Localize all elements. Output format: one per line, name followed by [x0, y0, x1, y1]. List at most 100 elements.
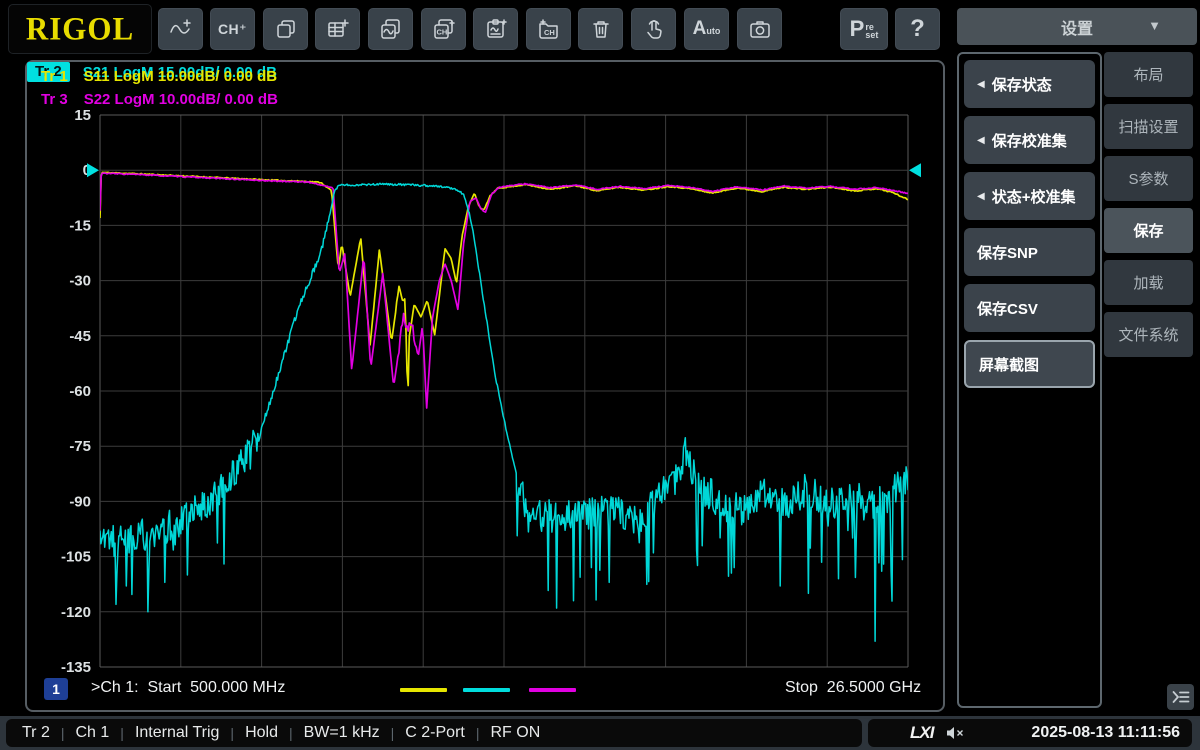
collapse-menu-button[interactable]: [1167, 684, 1194, 710]
sidebar-submenu-item[interactable]: 屏幕截图: [964, 340, 1095, 388]
trace-settings-button[interactable]: [473, 8, 518, 50]
status-segment: Tr 2: [22, 724, 50, 742]
add-channel-button[interactable]: CH⁺: [210, 8, 255, 50]
sidebar-tab[interactable]: 布局: [1104, 52, 1193, 97]
preset-icon: P reset: [850, 16, 879, 42]
copy-channel-icon: CH: [432, 18, 456, 40]
ref-level-marker-left[interactable]: [87, 163, 99, 177]
svg-text:CH: CH: [436, 28, 447, 37]
settings-sidebar: 设置 ▼ ◀ 保存状态 ◀ 保存校准集 ◀ 状态+校准集保存SNP 保存CSV 屏幕截图 布局…: [950, 0, 1200, 716]
y-axis-tick-label: -75: [69, 438, 91, 455]
collapse-menu-icon: [1171, 688, 1191, 706]
submenu-item-label: 屏幕截图: [979, 354, 1039, 375]
lxi-badge: LXI: [910, 723, 933, 743]
status-segment: Ch 1: [76, 724, 110, 742]
datetime-label: 2025-08-13 11:11:56: [1031, 724, 1180, 742]
speaker-muted-icon[interactable]: [945, 725, 965, 741]
status-separator: |: [120, 725, 124, 741]
y-axis-tick-label: -90: [69, 493, 91, 510]
status-pill: Tr 2 | Ch 1 | Internal Trig | Hold | BW=1 kHz | C …: [6, 719, 862, 747]
channel-window: Tr 1 S11 LogM 10.00dB/ 0.00 dB Tr 3 S22 …: [25, 60, 945, 712]
submenu-item-label: 保存校准集: [992, 130, 1067, 151]
touch-button[interactable]: [631, 8, 676, 50]
sidebar-tab[interactable]: 保存: [1104, 208, 1193, 253]
copy-trace-button[interactable]: [368, 8, 413, 50]
sidebar-tabs: 布局扫描设置 S参数保存加载文件系统: [1104, 52, 1193, 364]
status-separator: |: [289, 725, 293, 741]
sidebar-tab[interactable]: S参数: [1104, 156, 1193, 201]
sidebar-submenu-panel: ◀ 保存状态 ◀ 保存校准集 ◀ 状态+校准集保存SNP 保存CSV 屏幕截图: [957, 52, 1102, 708]
sidebar-submenu-item[interactable]: ◀ 状态+校准集: [964, 172, 1095, 220]
system-status-pill: LXI 2025-08-13 11:11:56: [868, 719, 1192, 747]
sweep-stop-label: Stop 26.5000 GHz: [785, 679, 921, 697]
submenu-item-label: 保存状态: [992, 74, 1052, 95]
sidebar-header-dropdown[interactable]: 设置 ▼: [957, 8, 1197, 45]
channel-folder-button[interactable]: CH: [526, 8, 571, 50]
y-axis-tick-label: -120: [61, 604, 91, 621]
windows-button[interactable]: [263, 8, 308, 50]
status-segment: BW=1 kHz: [304, 724, 380, 742]
trace-settings-icon: [484, 18, 508, 40]
status-separator: |: [391, 725, 395, 741]
sidebar-tab[interactable]: 文件系统: [1104, 312, 1193, 357]
help-icon: ?: [910, 15, 925, 43]
copy-channel-button[interactable]: CH: [421, 8, 466, 50]
sidebar-title: 设置: [1061, 15, 1093, 39]
ref-level-marker-right[interactable]: [909, 163, 921, 177]
trace3-swatch: [529, 688, 576, 692]
touch-icon: [643, 17, 665, 41]
sidebar-tab[interactable]: 扫描设置: [1104, 104, 1193, 149]
submenu-expand-left-icon: ◀: [977, 79, 985, 90]
chevron-down-icon: ▼: [1148, 18, 1161, 33]
add-trace-button[interactable]: [158, 8, 203, 50]
sweep-start-label[interactable]: >Ch 1: Start 500.000 MHz: [91, 679, 285, 697]
copy-trace-icon: [379, 18, 403, 40]
camera-icon: [748, 18, 772, 40]
table-add-button[interactable]: [315, 8, 360, 50]
svg-text:CH: CH: [544, 28, 555, 37]
channel-badge[interactable]: 1: [44, 678, 68, 700]
y-axis-tick-label: 15: [74, 107, 91, 124]
sidebar-tab[interactable]: 加载: [1104, 260, 1193, 305]
submenu-item-label: 状态+校准集: [992, 186, 1076, 207]
y-axis-tick-label: -105: [61, 549, 91, 566]
status-segment: Internal Trig: [135, 724, 219, 742]
windows-icon: [275, 18, 297, 40]
logo-box: RIGOL: [8, 4, 152, 54]
status-segment: RF ON: [490, 724, 540, 742]
preset-button[interactable]: P reset: [840, 8, 888, 50]
help-button[interactable]: ?: [895, 8, 940, 50]
status-separator: |: [476, 725, 480, 741]
trace1-swatch: [400, 688, 447, 692]
add-channel-icon: CH⁺: [218, 21, 247, 38]
trash-icon: [590, 18, 612, 40]
trace2-swatch: [463, 688, 510, 692]
auto-icon: Auto: [693, 18, 721, 40]
submenu-item-label: 保存SNP: [977, 242, 1038, 263]
status-bar: Tr 2 | Ch 1 | Internal Trig | Hold | BW=1 kHz | C …: [0, 716, 1200, 750]
sidebar-submenu-item[interactable]: ◀ 保存校准集: [964, 116, 1095, 164]
add-trace-icon: [168, 17, 194, 41]
y-axis-tick-label: -60: [69, 383, 91, 400]
submenu-expand-left-icon: ◀: [977, 191, 985, 202]
y-axis-tick-label: -45: [69, 328, 91, 345]
status-segment: C 2-Port: [405, 724, 465, 742]
submenu-item-label: 保存CSV: [977, 298, 1038, 319]
channel-folder-icon: CH: [537, 18, 561, 40]
y-axis-tick-label: -30: [69, 273, 91, 290]
sidebar-submenu-item[interactable]: ◀ 保存状态: [964, 60, 1095, 108]
sidebar-submenu-item[interactable]: 保存SNP: [964, 228, 1095, 276]
auto-scale-button[interactable]: Auto: [684, 8, 729, 50]
status-segment: Hold: [245, 724, 278, 742]
status-separator: |: [230, 725, 234, 741]
screenshot-button[interactable]: [737, 8, 782, 50]
table-add-icon: [326, 18, 350, 40]
y-axis-tick-label: -15: [69, 217, 91, 234]
sidebar-submenu-item[interactable]: 保存CSV: [964, 284, 1095, 332]
submenu-expand-left-icon: ◀: [977, 135, 985, 146]
y-axis-tick-label: -135: [61, 659, 91, 676]
delete-button[interactable]: [578, 8, 623, 50]
rigol-logo: RIGOL: [26, 10, 134, 48]
plot-area[interactable]: 150-15-30-45-60-75-90-105-120-135: [27, 62, 943, 710]
status-separator: |: [61, 725, 65, 741]
